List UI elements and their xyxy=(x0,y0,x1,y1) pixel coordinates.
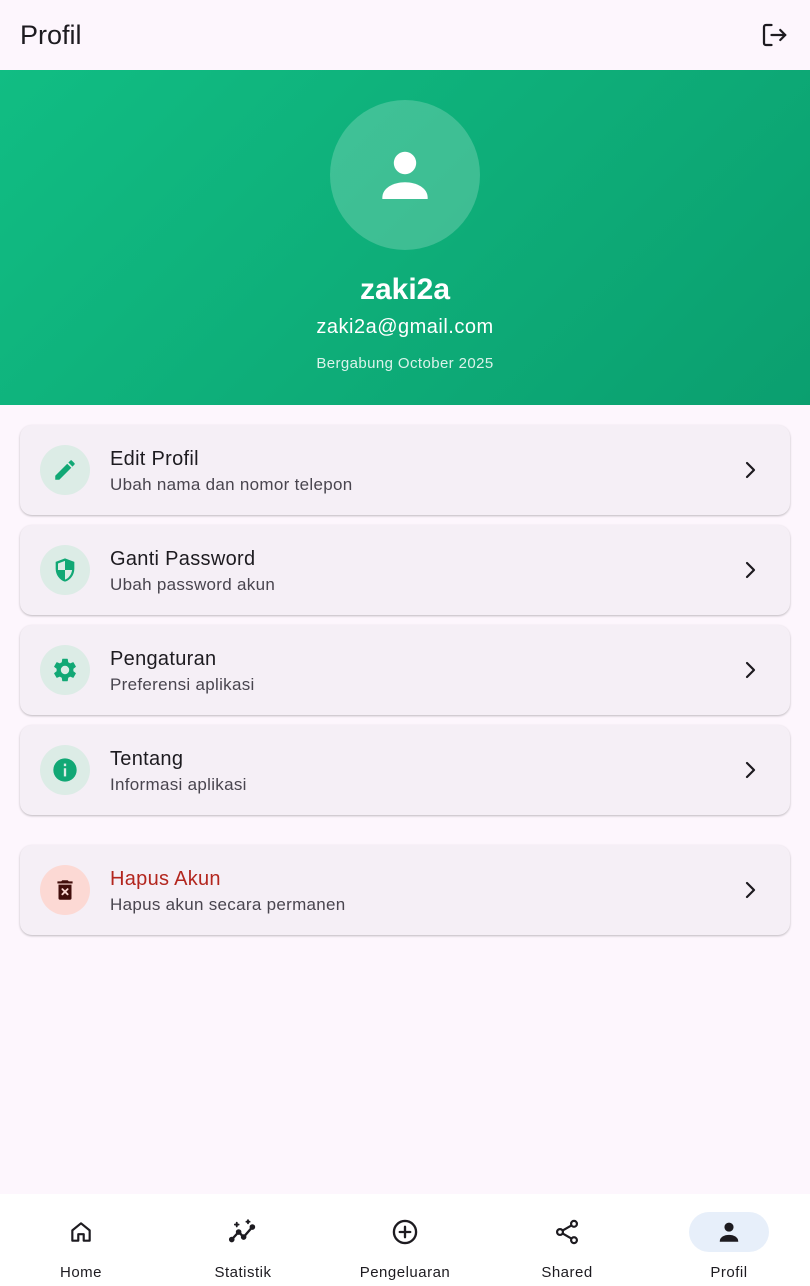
settings-icon-badge xyxy=(40,645,90,695)
chevron-right-icon xyxy=(745,881,756,899)
chevron-right-icon xyxy=(745,661,756,679)
shield-icon xyxy=(55,558,75,582)
delete-account-icon-badge xyxy=(40,865,90,915)
gear-icon xyxy=(54,658,76,682)
nav-expense[interactable]: Pengeluaran xyxy=(324,1194,486,1286)
user-name: zaki2a xyxy=(359,273,451,306)
edit-profile-item[interactable]: Edit Profil Ubah nama dan nomor telepon xyxy=(20,425,790,515)
add-circle-icon xyxy=(392,1219,418,1245)
nav-expense-label: Pengeluaran xyxy=(359,1264,451,1281)
chevron-right-icon xyxy=(745,761,756,779)
nav-home-label: Home xyxy=(59,1264,102,1281)
nav-active-indicator xyxy=(689,1212,769,1252)
about-subtitle: Informasi aplikasi xyxy=(110,774,247,794)
nav-stats-label: Statistik xyxy=(214,1264,272,1281)
page-title: Profil xyxy=(20,19,82,50)
about-title: Tentang xyxy=(110,747,184,770)
delete-account-item[interactable]: Hapus Akun Hapus akun secara permanen xyxy=(20,845,790,935)
insights-icon xyxy=(228,1219,256,1243)
about-item[interactable]: Tentang Informasi aplikasi xyxy=(20,725,790,815)
about-icon-badge xyxy=(40,745,90,795)
change-password-title: Ganti Password xyxy=(110,547,256,570)
trash-icon xyxy=(57,880,73,900)
chevron-right-icon xyxy=(745,561,756,579)
chevron-right-icon xyxy=(745,461,756,479)
user-email: zaki2a@gmail.com xyxy=(316,316,494,338)
edit-profile-icon-badge xyxy=(40,445,90,495)
delete-account-title: Hapus Akun xyxy=(110,867,221,890)
person-icon xyxy=(719,1222,739,1242)
settings-menu: Edit Profil Ubah nama dan nomor telepon … xyxy=(20,425,790,945)
nav-home[interactable]: Home xyxy=(0,1194,162,1286)
nav-shared[interactable]: Shared xyxy=(486,1194,648,1286)
settings-subtitle: Preferensi aplikasi xyxy=(110,674,255,694)
person-icon xyxy=(382,151,428,199)
logout-button[interactable] xyxy=(754,15,794,55)
share-icon xyxy=(555,1219,579,1245)
app-bar: Profil xyxy=(0,0,810,70)
logout-icon xyxy=(762,23,787,47)
nav-shared-label: Shared xyxy=(541,1264,593,1281)
change-password-subtitle: Ubah password akun xyxy=(110,574,276,594)
edit-profile-title: Edit Profil xyxy=(110,447,199,470)
settings-item[interactable]: Pengaturan Preferensi aplikasi xyxy=(20,625,790,715)
change-password-item[interactable]: Ganti Password Ubah password akun xyxy=(20,525,790,615)
profile-header: zaki2a zaki2a@gmail.com Bergabung Octobe… xyxy=(0,70,810,405)
settings-title: Pengaturan xyxy=(110,647,217,670)
nav-profile-label: Profil xyxy=(710,1264,748,1281)
nav-profile[interactable]: Profil xyxy=(648,1194,810,1286)
bottom-navigation: Home Statistik Pengeluaran Shared Profil xyxy=(0,1194,810,1286)
nav-stats[interactable]: Statistik xyxy=(162,1194,324,1286)
info-icon xyxy=(53,758,77,782)
home-icon xyxy=(71,1222,91,1242)
delete-account-subtitle: Hapus akun secara permanen xyxy=(110,894,346,914)
edit-profile-subtitle: Ubah nama dan nomor telepon xyxy=(110,474,353,494)
pencil-icon xyxy=(55,460,75,480)
avatar xyxy=(330,100,480,250)
join-date: Bergabung October 2025 xyxy=(316,355,494,372)
change-password-icon-badge xyxy=(40,545,90,595)
